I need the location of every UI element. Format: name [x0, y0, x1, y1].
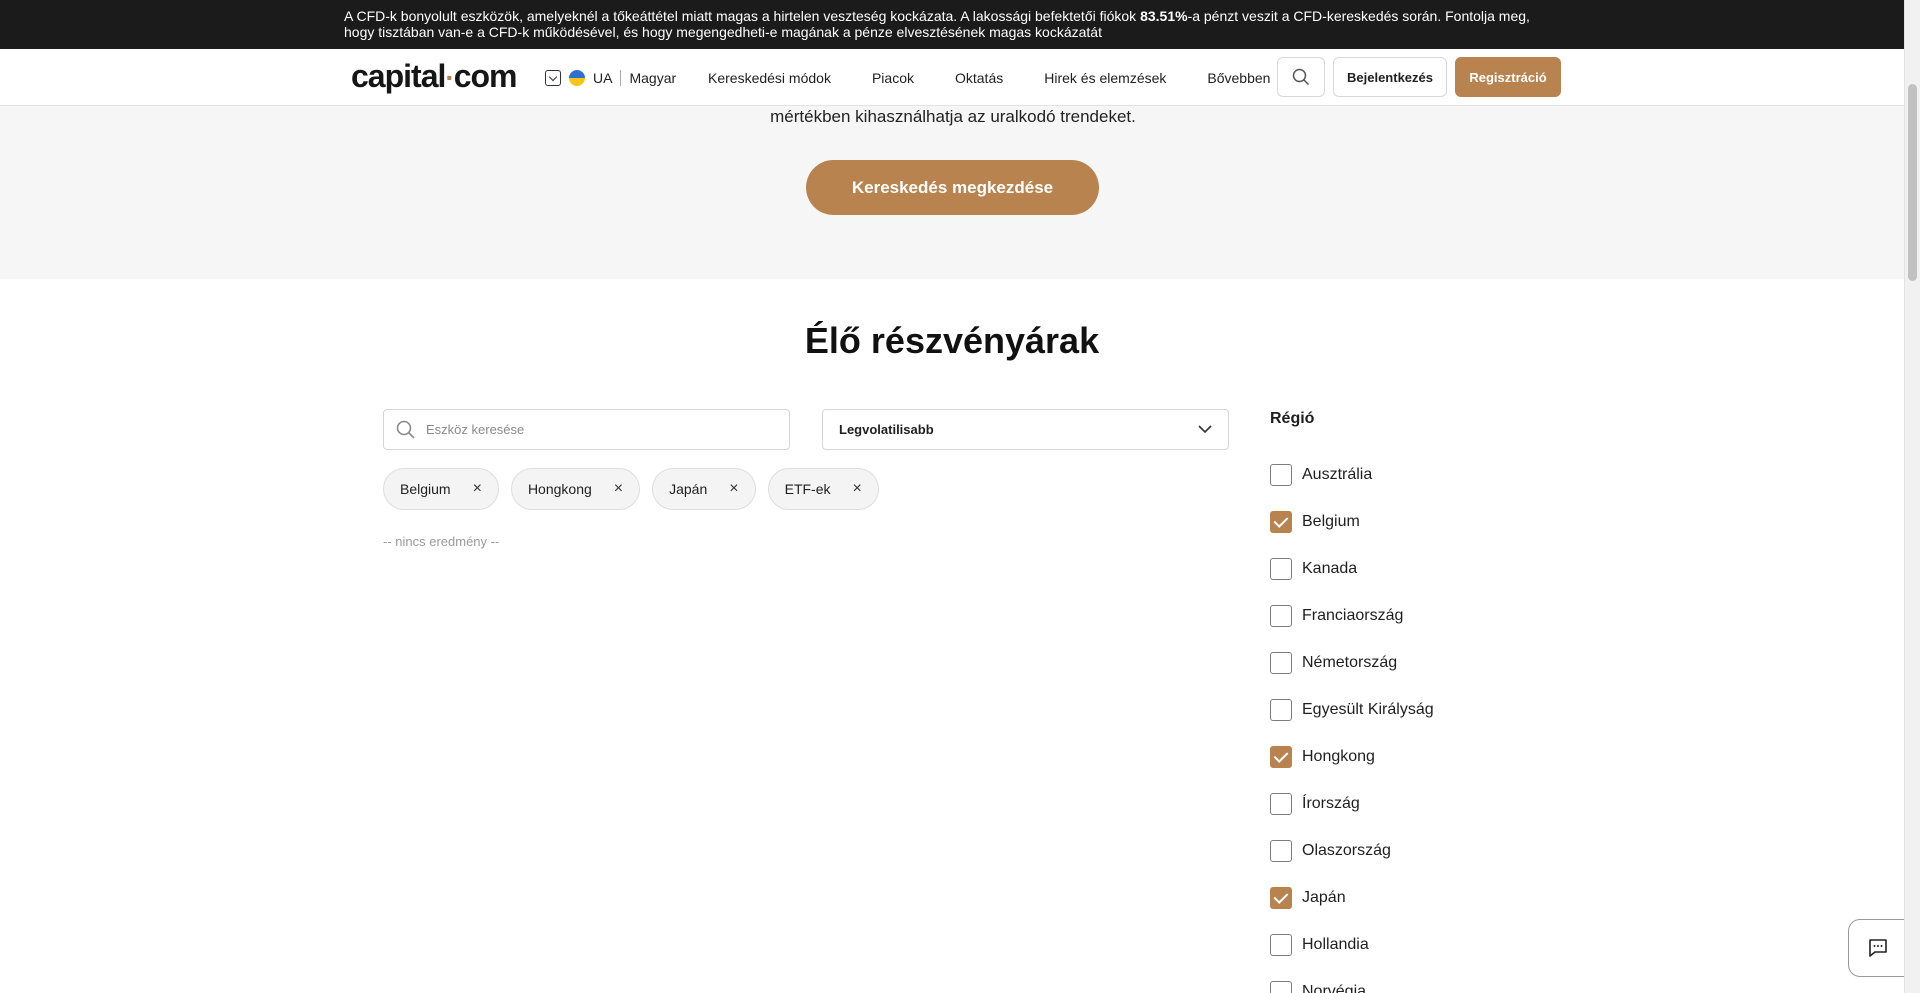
- filter-chip[interactable]: Hongkong ×: [510, 468, 641, 510]
- hero-text: mértékben kihasználhatja az uralkodó tre…: [770, 107, 1136, 126]
- nav-more[interactable]: Bővebben: [1207, 70, 1270, 86]
- checkbox[interactable]: [1270, 651, 1292, 674]
- chevron-down-icon: [1198, 425, 1212, 434]
- checkbox[interactable]: [1270, 698, 1292, 721]
- region-checkbox-item[interactable]: Kanada: [1270, 545, 1434, 592]
- checkbox[interactable]: [1270, 463, 1292, 486]
- asset-search-field[interactable]: [383, 409, 790, 450]
- checkbox[interactable]: [1270, 510, 1292, 533]
- close-icon[interactable]: ×: [853, 480, 862, 498]
- region-checkbox-item[interactable]: Norvégia: [1270, 968, 1434, 993]
- nav-trading-modes[interactable]: Kereskedési módok: [708, 70, 831, 86]
- region-checkbox-item[interactable]: Ausztrália: [1270, 451, 1434, 498]
- region-checkbox-item[interactable]: Hongkong: [1270, 733, 1434, 780]
- chat-icon: [1869, 939, 1887, 957]
- close-icon[interactable]: ×: [729, 480, 738, 498]
- region-code: UA: [593, 70, 613, 86]
- capital-com-logo[interactable]: capital·com: [351, 58, 517, 95]
- divider: [620, 70, 622, 86]
- no-results-text: -- nincs eredmény --: [383, 534, 500, 549]
- checkbox[interactable]: [1270, 792, 1292, 815]
- checkbox[interactable]: [1270, 933, 1292, 956]
- nav-markets[interactable]: Piacok: [872, 70, 914, 86]
- page-scrollbar[interactable]: [1904, 0, 1920, 993]
- region-checkbox-item[interactable]: Egyesült Királyság: [1270, 686, 1434, 733]
- filter-chip[interactable]: Belgium ×: [383, 468, 499, 510]
- checkbox[interactable]: [1270, 839, 1292, 862]
- language-name: Magyar: [629, 70, 677, 86]
- checkbox[interactable]: [1270, 557, 1292, 580]
- region-checkbox-item[interactable]: Japán: [1270, 874, 1434, 921]
- main-nav: Kereskedési módok Piacok Oktatás Hirek é…: [708, 49, 1311, 106]
- checkbox[interactable]: [1270, 886, 1292, 909]
- region-filter-list: Ausztrália Belgium Kanada Franciaország …: [1270, 451, 1434, 993]
- language-selector[interactable]: UA Magyar: [545, 66, 676, 90]
- region-checkbox-item[interactable]: Belgium: [1270, 498, 1434, 545]
- region-checkbox-item[interactable]: Írország: [1270, 780, 1434, 827]
- scrollbar-thumb[interactable]: [1908, 84, 1917, 281]
- region-checkbox-item[interactable]: Németország: [1270, 639, 1434, 686]
- nav-education[interactable]: Oktatás: [955, 70, 1003, 86]
- region-filter-title: Régió: [1270, 410, 1315, 427]
- ukraine-flag-icon: [569, 70, 585, 86]
- checkbox[interactable]: [1270, 604, 1292, 627]
- risk-percent: 83.51%: [1140, 8, 1188, 24]
- risk-warning-banner: A CFD-k bonyolult eszközök, amelyeknél a…: [0, 0, 1904, 49]
- region-checkbox-item[interactable]: Olaszország: [1270, 827, 1434, 874]
- filter-chip[interactable]: Japán ×: [652, 468, 756, 510]
- hero-section: mértékben kihasználhatja az uralkodó tre…: [0, 106, 1904, 279]
- search-icon: [396, 420, 415, 439]
- region-checkbox-item[interactable]: Hollandia: [1270, 921, 1434, 968]
- nav-news-analysis[interactable]: Hirek és elemzések: [1044, 70, 1166, 86]
- active-filter-chips: Belgium × Hongkong × Japán × ETF-ek ×: [383, 468, 879, 510]
- region-checkbox-item[interactable]: Franciaország: [1270, 592, 1434, 639]
- risk-warning-text: A CFD-k bonyolult eszközök, amelyeknél a…: [344, 8, 1530, 40]
- login-button[interactable]: Bejelentkezés: [1333, 57, 1447, 97]
- checkbox[interactable]: [1270, 745, 1292, 768]
- checkbox[interactable]: [1270, 980, 1292, 993]
- sort-select[interactable]: Legvolatilisabb: [822, 409, 1229, 450]
- chevron-down-icon: [545, 70, 561, 86]
- page-title: Élő részvényárak: [804, 320, 1100, 361]
- asset-search-input[interactable]: [426, 422, 756, 437]
- close-icon[interactable]: ×: [614, 480, 623, 498]
- header-search-button[interactable]: [1277, 57, 1325, 97]
- search-icon: [1292, 68, 1310, 86]
- sort-value: Legvolatilisabb: [839, 422, 934, 437]
- site-header: capital·com UA Magyar Kereskedési módok …: [0, 49, 1904, 106]
- close-icon[interactable]: ×: [473, 480, 482, 498]
- register-button[interactable]: Regisztráció: [1455, 57, 1561, 97]
- start-trading-button[interactable]: Kereskedés megkezdése: [806, 160, 1099, 215]
- chat-widget-button[interactable]: [1848, 919, 1908, 977]
- filter-chip[interactable]: ETF-ek ×: [767, 468, 879, 510]
